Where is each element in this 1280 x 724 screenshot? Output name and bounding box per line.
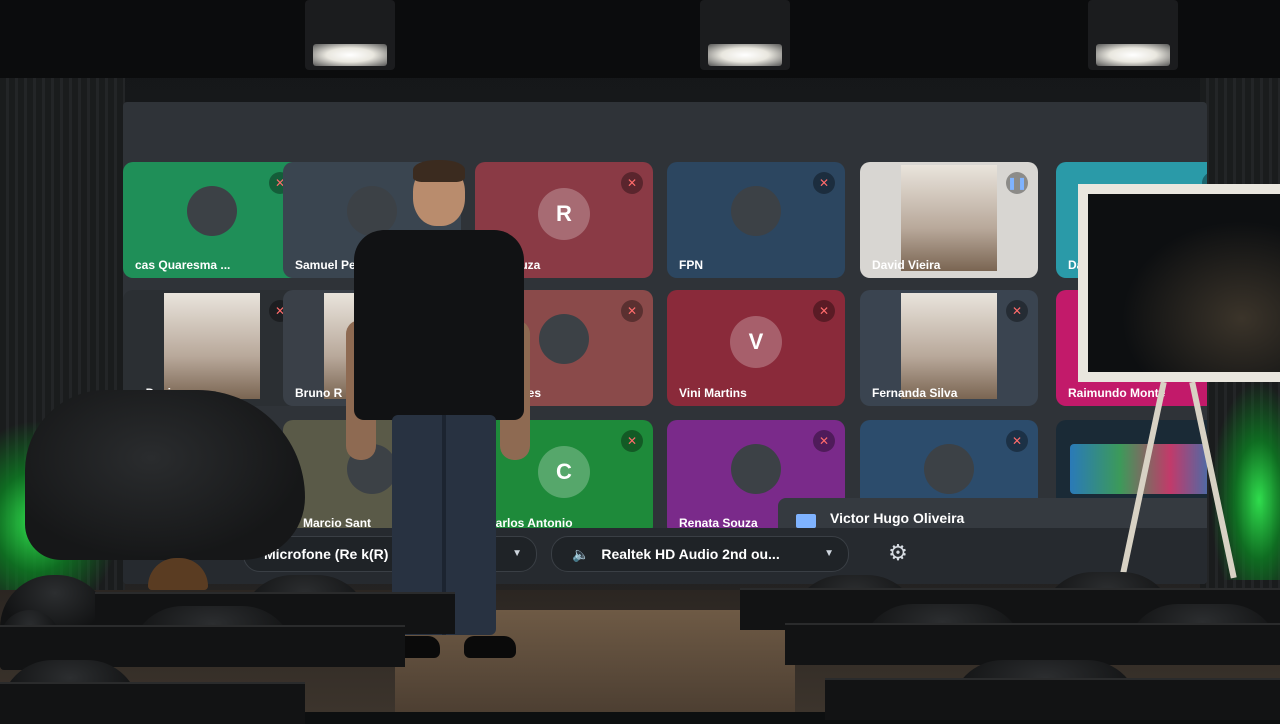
participant-name: cas Quaresma ... — [135, 258, 231, 272]
avatar — [731, 185, 781, 236]
participant-video — [164, 292, 260, 399]
mic-muted-icon: ✕ — [621, 300, 643, 322]
participant-tile[interactable]: ✕ cas Quaresma ... — [123, 162, 301, 278]
participant-tile[interactable]: ✕o Davi... — [123, 290, 301, 406]
participant-name: Bruno R — [295, 386, 343, 400]
participant-name: Vini Martins — [679, 386, 747, 400]
chevron-down-icon: ▼ — [824, 548, 834, 559]
green-ambient-light — [1210, 380, 1280, 580]
mic-muted-icon: ✕ — [621, 172, 643, 194]
lounge-chair — [25, 390, 305, 560]
mic-muted-icon: ✕ — [1006, 430, 1028, 452]
participant-tile[interactable]: ✕ Fernanda Silva — [860, 290, 1038, 406]
avatar-letter: R — [538, 188, 590, 241]
desk — [825, 678, 1280, 720]
avatar — [187, 185, 237, 236]
participant-name: Fernanda Silva — [872, 386, 958, 400]
gear-icon[interactable]: ⚙ — [885, 540, 911, 566]
stage-light — [700, 0, 790, 70]
participant-tile[interactable]: ❚❚ David Vieira — [860, 162, 1038, 278]
participant-name: Raimundo Monte — [1068, 386, 1166, 400]
speaker-select[interactable]: 🔈 Realtek HD Audio 2nd ou... ▼ — [551, 536, 849, 572]
desk — [0, 682, 305, 724]
mic-muted-icon: ✕ — [1006, 300, 1028, 322]
desk — [785, 623, 1280, 665]
chat-sender: Victor Hugo Oliveira — [830, 510, 965, 526]
mic-muted-icon: ✕ — [813, 430, 835, 452]
mic-muted-icon: ✕ — [813, 172, 835, 194]
participant-video — [901, 292, 997, 399]
speaking-indicator-icon: ❚❚ — [1006, 172, 1028, 194]
speaker-select-label: Realtek HD Audio 2nd ou... — [601, 546, 780, 562]
participant-tile[interactable]: ✕ FPN — [667, 162, 845, 278]
stage-light — [305, 0, 395, 70]
avatar-letter: V — [730, 316, 782, 369]
avatar — [924, 443, 974, 494]
avatar — [731, 443, 781, 494]
avatar-letter: C — [538, 446, 590, 499]
chat-icon — [796, 514, 816, 528]
ceiling — [0, 0, 1280, 78]
mic-muted-icon: ✕ — [621, 430, 643, 452]
participant-tile[interactable]: V ✕ Vini Martins — [667, 290, 845, 406]
stage-light — [1088, 0, 1178, 70]
avatar — [539, 313, 589, 364]
participant-name: FPN — [679, 258, 703, 272]
participant-name: David Vieira — [872, 258, 941, 272]
participant-video — [901, 164, 997, 271]
rolling-tv-display — [1078, 184, 1280, 382]
speaker-icon: 🔈 — [572, 546, 590, 562]
mic-muted-icon: ✕ — [813, 300, 835, 322]
